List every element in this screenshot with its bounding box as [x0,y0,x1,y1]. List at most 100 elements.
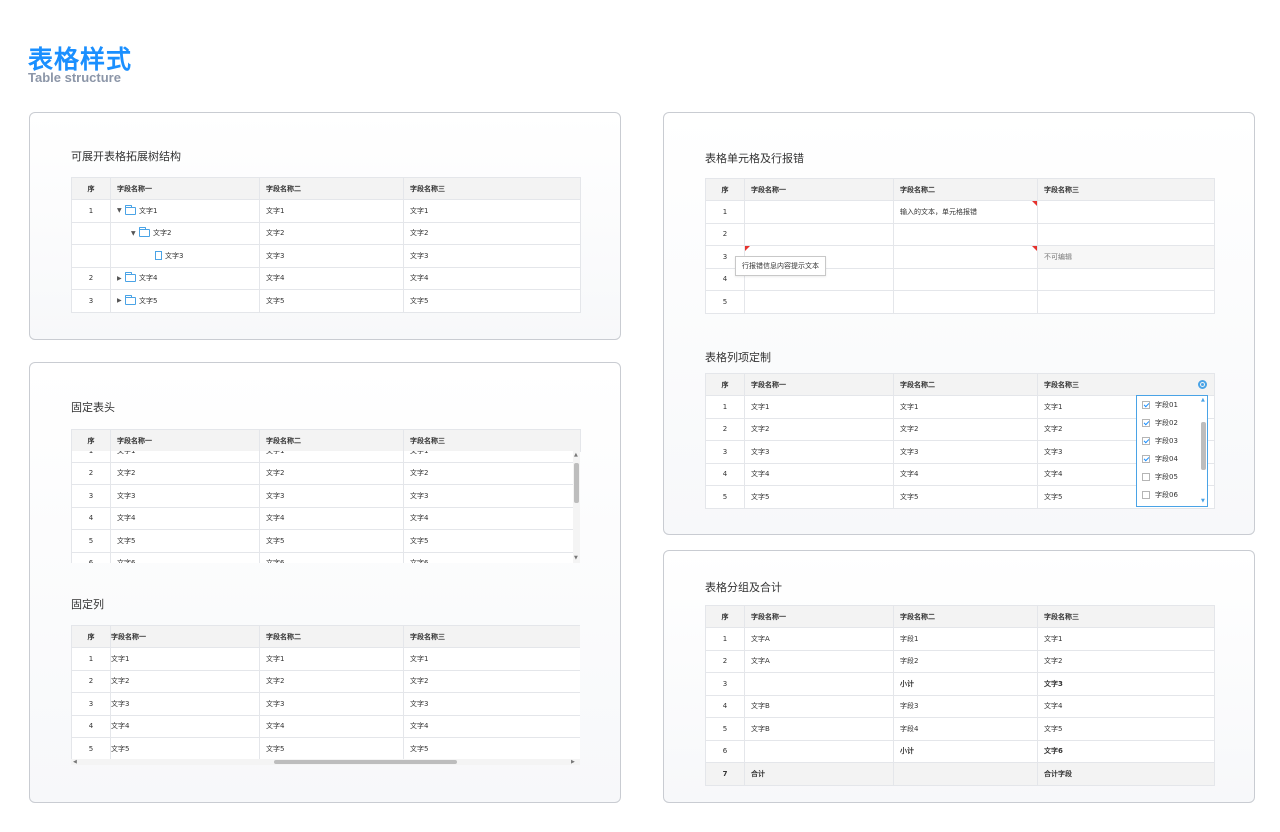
table-row[interactable]: 5 文字5 文字5 文字5 [71,529,575,553]
table-row[interactable]: 1文字1文字1文字1 [71,451,575,463]
table-row[interactable]: 5 文字5 文字5 文字5 [71,737,580,759]
table-row[interactable]: 文字3 文字3 文字3 [71,244,581,268]
column-header-1[interactable]: 字段名称一 [110,429,260,452]
table-row[interactable]: 4 文字4 文字4 文字4 [71,506,575,530]
table-row[interactable]: 5 [705,290,1215,314]
editable-cell[interactable] [893,290,1038,314]
editable-cell[interactable] [744,290,894,314]
column-settings-gear-icon[interactable] [1198,380,1207,389]
column-option[interactable]: 字段01 [1142,399,1178,411]
table-row[interactable]: 3 文字3 文字3 文字3 [71,692,580,716]
table-row[interactable]: 2 ▶ 文字4 文字4 文字4 [71,266,581,290]
cell: 文字1 [403,451,575,463]
column-option[interactable]: 字段06 [1142,489,1178,501]
column-header-2[interactable]: 字段名称二 [259,429,404,452]
cell: 文字5 [1037,717,1215,741]
fixed-header-vertical-scrollbar[interactable]: ▲ ▼ [573,451,580,563]
column-header-3[interactable]: 字段名称三 [403,177,581,200]
column-options-scrollbar[interactable]: ▲ ▼ [1200,396,1207,506]
editable-cell[interactable] [893,245,1038,269]
checkbox[interactable] [1142,473,1150,481]
column-header-seq: 序 [705,178,745,201]
table-row[interactable]: 5 文字B 字段4 文字5 [705,717,1215,741]
table-row[interactable]: 3 ▶ 文字5 文字5 文字5 [71,289,581,313]
checkbox[interactable] [1142,455,1150,463]
editable-cell[interactable] [1037,290,1215,314]
collapse-arrow-icon[interactable]: ▶ [117,297,125,304]
editable-cell[interactable] [744,222,894,246]
table-row[interactable]: 1 文字A 字段1 文字1 [705,627,1215,651]
editable-cell[interactable] [1037,222,1215,246]
cell: 文字A [744,627,894,651]
column-option[interactable]: 字段05 [1142,471,1178,483]
scroll-down-icon[interactable]: ▼ [1201,498,1205,504]
vertical-scroll-thumb[interactable] [574,463,579,503]
table-row[interactable]: ▼ 文字2 文字2 文字2 [71,221,581,245]
fixed-header-scroll-body[interactable]: 1文字1文字1文字1 2文字2文字2文字2 3文字3文字3文字3 4文字4文字4… [71,451,575,563]
table-row[interactable]: 4 文字4 文字4 文字4 [71,714,580,738]
tree-table-card: 可展开表格拓展树结构 序 字段名称一 字段名称二 字段名称三 1 ▼ 文字1 文字… [29,112,621,340]
expand-arrow-icon[interactable]: ▼ [117,207,125,214]
collapse-arrow-icon[interactable]: ▶ [117,275,125,282]
vertical-scroll-thumb[interactable] [1201,422,1206,470]
editable-cell[interactable] [893,267,1038,291]
tree-cell[interactable]: ▼ 文字2 [110,221,260,245]
table-row[interactable]: 2 文字2 文字2 文字2 [71,461,575,485]
table-row[interactable]: 1文字1文字1文字1 [71,647,580,671]
column-option[interactable]: 字段03 [1142,435,1178,447]
column-header-1[interactable]: 字段名称一 [110,177,260,200]
tree-cell[interactable]: 文字3 [110,244,260,268]
column-options-dropdown[interactable]: 字段01 字段02 字段03 字段04 字段05 字段06 ▲ ▼ [1136,395,1208,507]
scroll-right-icon[interactable]: ▶ [571,759,575,765]
readonly-cell: 不可编辑 [1037,245,1215,269]
editable-cell[interactable] [1037,200,1215,224]
cell: 文字1 [403,647,580,671]
table-row[interactable]: 1 ▼ 文字1 文字1 文字1 [71,199,581,223]
editable-cell[interactable] [744,200,894,224]
scroll-down-icon[interactable]: ▼ [574,555,578,561]
column-option[interactable]: 字段04 [1142,453,1178,465]
column-header-3[interactable]: 字段名称三 [403,429,581,452]
error-cell[interactable]: 输入的文本，单元格报错 [893,200,1038,224]
checkbox[interactable] [1142,419,1150,427]
table-row[interactable]: 3 文字3 文字3 文字3 [71,484,575,508]
column-header-2[interactable]: 字段名称二 [259,177,404,200]
table-row[interactable]: 4 文字B 字段3 文字4 [705,694,1215,718]
editable-cell[interactable] [1037,267,1215,291]
table-row[interactable]: 2 [705,222,1215,246]
column-header-2[interactable]: 字段名称二 [893,178,1038,201]
row-error-marker-icon[interactable] [745,246,750,251]
column-header-3[interactable]: 字段名称三 [403,625,580,648]
column-header-1[interactable]: 字段名称一 [744,373,894,396]
scroll-left-icon[interactable]: ◀ [73,759,77,765]
column-header-2[interactable]: 字段名称二 [893,373,1038,396]
column-header-2[interactable]: 字段名称二 [259,625,404,648]
checkbox[interactable] [1142,437,1150,445]
table-row[interactable]: 2 文字A 字段2 文字2 [705,649,1215,673]
column-option[interactable]: 字段02 [1142,417,1178,429]
table-row[interactable]: 6文字6文字6文字6 [71,551,575,563]
fixed-column-horizontal-scrollbar[interactable]: ◀ ▶ [71,759,580,765]
checkbox[interactable] [1142,401,1150,409]
scroll-up-icon[interactable]: ▲ [1201,397,1205,403]
scroll-up-icon[interactable]: ▲ [574,452,578,458]
row-seq [71,244,111,268]
column-header-3[interactable]: 字段名称三 [1037,605,1215,628]
tree-table-title: 可展开表格拓展树结构 [71,150,181,163]
table-row[interactable]: 2 文字2 文字2 文字2 [71,669,580,693]
column-header-2[interactable]: 字段名称二 [893,605,1038,628]
expand-arrow-icon[interactable]: ▼ [131,230,139,237]
checkbox[interactable] [1142,491,1150,499]
column-header-1[interactable]: 字段名称一 [744,178,894,201]
tree-cell[interactable]: ▼ 文字1 [110,199,260,223]
column-header-seq: 序 [705,605,745,628]
table-row[interactable]: 1 输入的文本，单元格报错 [705,200,1215,224]
editable-cell[interactable] [893,222,1038,246]
tree-cell[interactable]: ▶ 文字4 [110,266,260,290]
column-header-1[interactable]: 字段名称一 [744,605,894,628]
column-header-3[interactable]: 字段名称三 [1037,373,1215,396]
column-header-1[interactable]: 字段名称一 [110,625,260,648]
horizontal-scroll-thumb[interactable] [274,760,457,764]
tree-cell[interactable]: ▶ 文字5 [110,289,260,313]
column-header-3[interactable]: 字段名称三 [1037,178,1215,201]
